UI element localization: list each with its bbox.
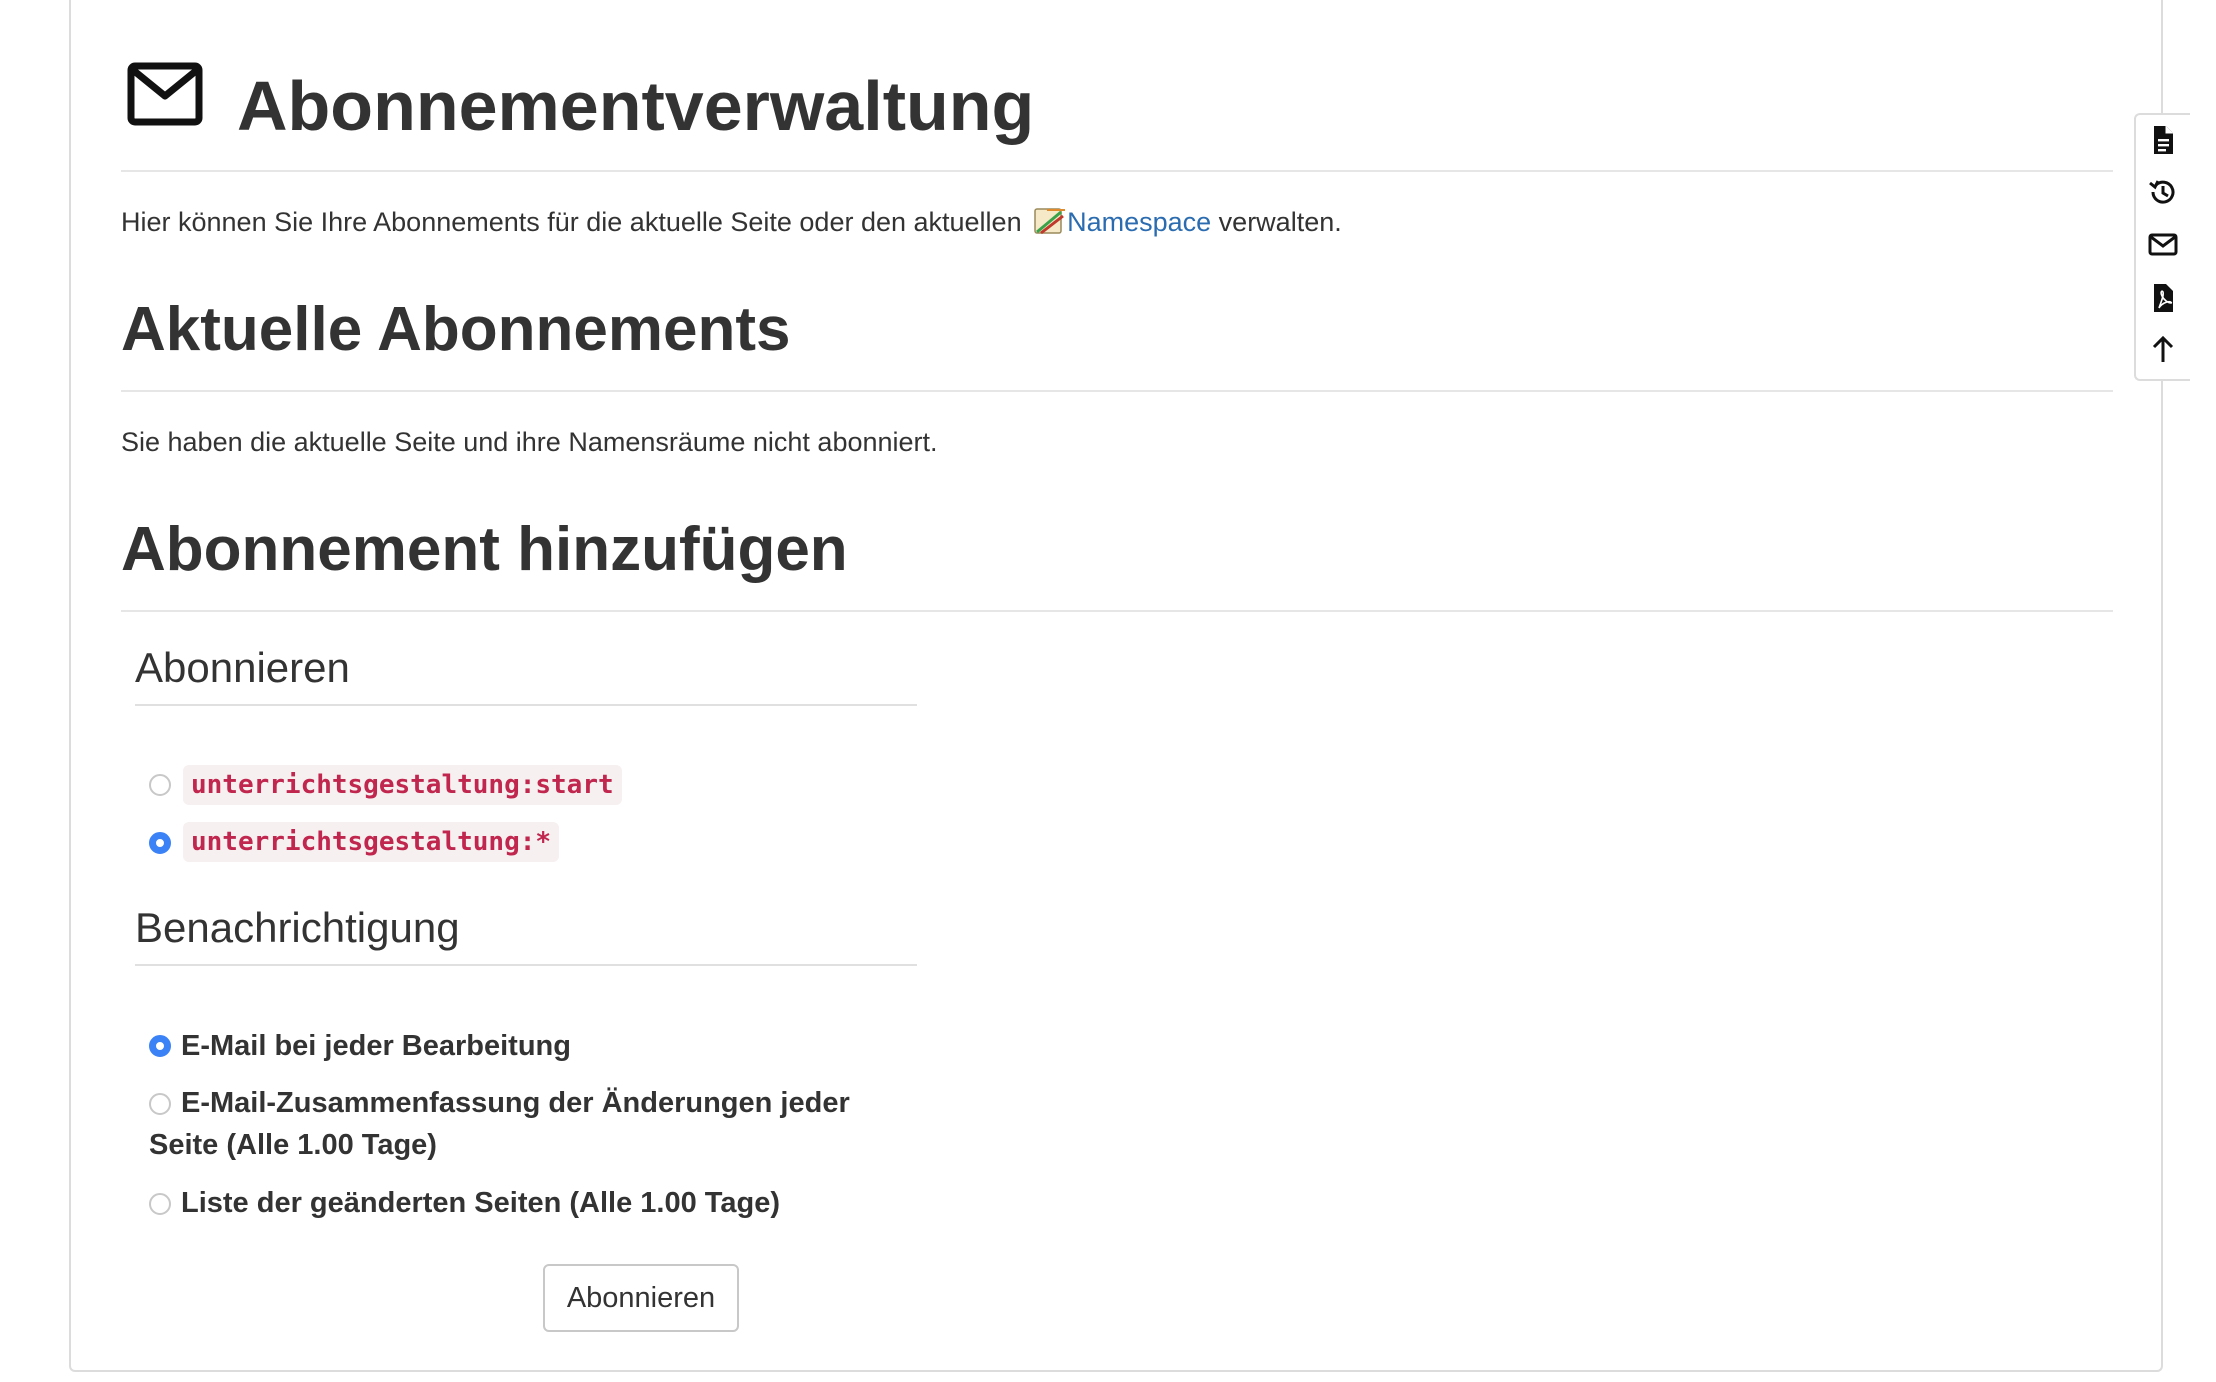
arrow-up-icon	[2147, 334, 2179, 371]
notify-radio-digest[interactable]	[149, 1093, 171, 1115]
add-subscription-heading: Abonnement hinzufügen	[121, 515, 2113, 612]
namespace-icon	[1033, 206, 1067, 236]
show-page-button[interactable]	[2144, 123, 2182, 161]
envelope-icon	[127, 62, 203, 126]
title-row: Abonnementverwaltung	[121, 56, 2113, 172]
old-revisions-button[interactable]	[2144, 175, 2182, 213]
export-pdf-button[interactable]	[2144, 281, 2182, 319]
subscribe-legend: Abonnieren	[135, 644, 917, 706]
history-icon	[2147, 176, 2179, 213]
notify-label-every-edit: E-Mail bei jeder Bearbeitung	[181, 1030, 571, 1062]
notify-label-digest-line2: Seite (Alle 1.00 Tage)	[149, 1129, 437, 1161]
target-label-namespace: unterrichtsgestaltung:*	[183, 822, 560, 862]
intro-text-after: verwalten.	[1211, 207, 1342, 237]
namespace-link[interactable]: Namespace	[1067, 207, 1211, 237]
target-radio-page[interactable]	[149, 774, 171, 796]
page-icon	[2147, 124, 2179, 161]
mail-icon	[2147, 228, 2179, 265]
notify-radio-list[interactable]	[149, 1193, 171, 1215]
page-tools	[2134, 113, 2190, 381]
intro-text-before: Hier können Sie Ihre Abonnements für die…	[121, 207, 1030, 237]
manage-subscriptions-button[interactable]	[2144, 227, 2182, 265]
subscription-status-text: Sie haben die aktuelle Seite und ihre Na…	[121, 427, 938, 457]
back-to-top-button[interactable]	[2144, 333, 2182, 371]
page-title: Abonnementverwaltung	[237, 67, 1035, 145]
notify-label-list: Liste der geänderten Seiten (Alle 1.00 T…	[181, 1187, 780, 1219]
subscribe-button[interactable]: Abonnieren	[543, 1264, 739, 1332]
notify-radio-every-edit[interactable]	[149, 1035, 171, 1057]
notification-legend: Benachrichtigung	[135, 904, 917, 966]
target-radio-namespace[interactable]	[149, 832, 171, 854]
pdf-icon	[2147, 282, 2179, 319]
notify-label-digest-line1: E-Mail-Zusammenfassung der Änderungen je…	[181, 1087, 850, 1119]
current-subscriptions-heading: Aktuelle Abonnements	[121, 295, 2113, 392]
intro-text: Hier können Sie Ihre Abonnements für die…	[121, 202, 1342, 242]
target-label-page: unterrichtsgestaltung:start	[183, 765, 622, 805]
